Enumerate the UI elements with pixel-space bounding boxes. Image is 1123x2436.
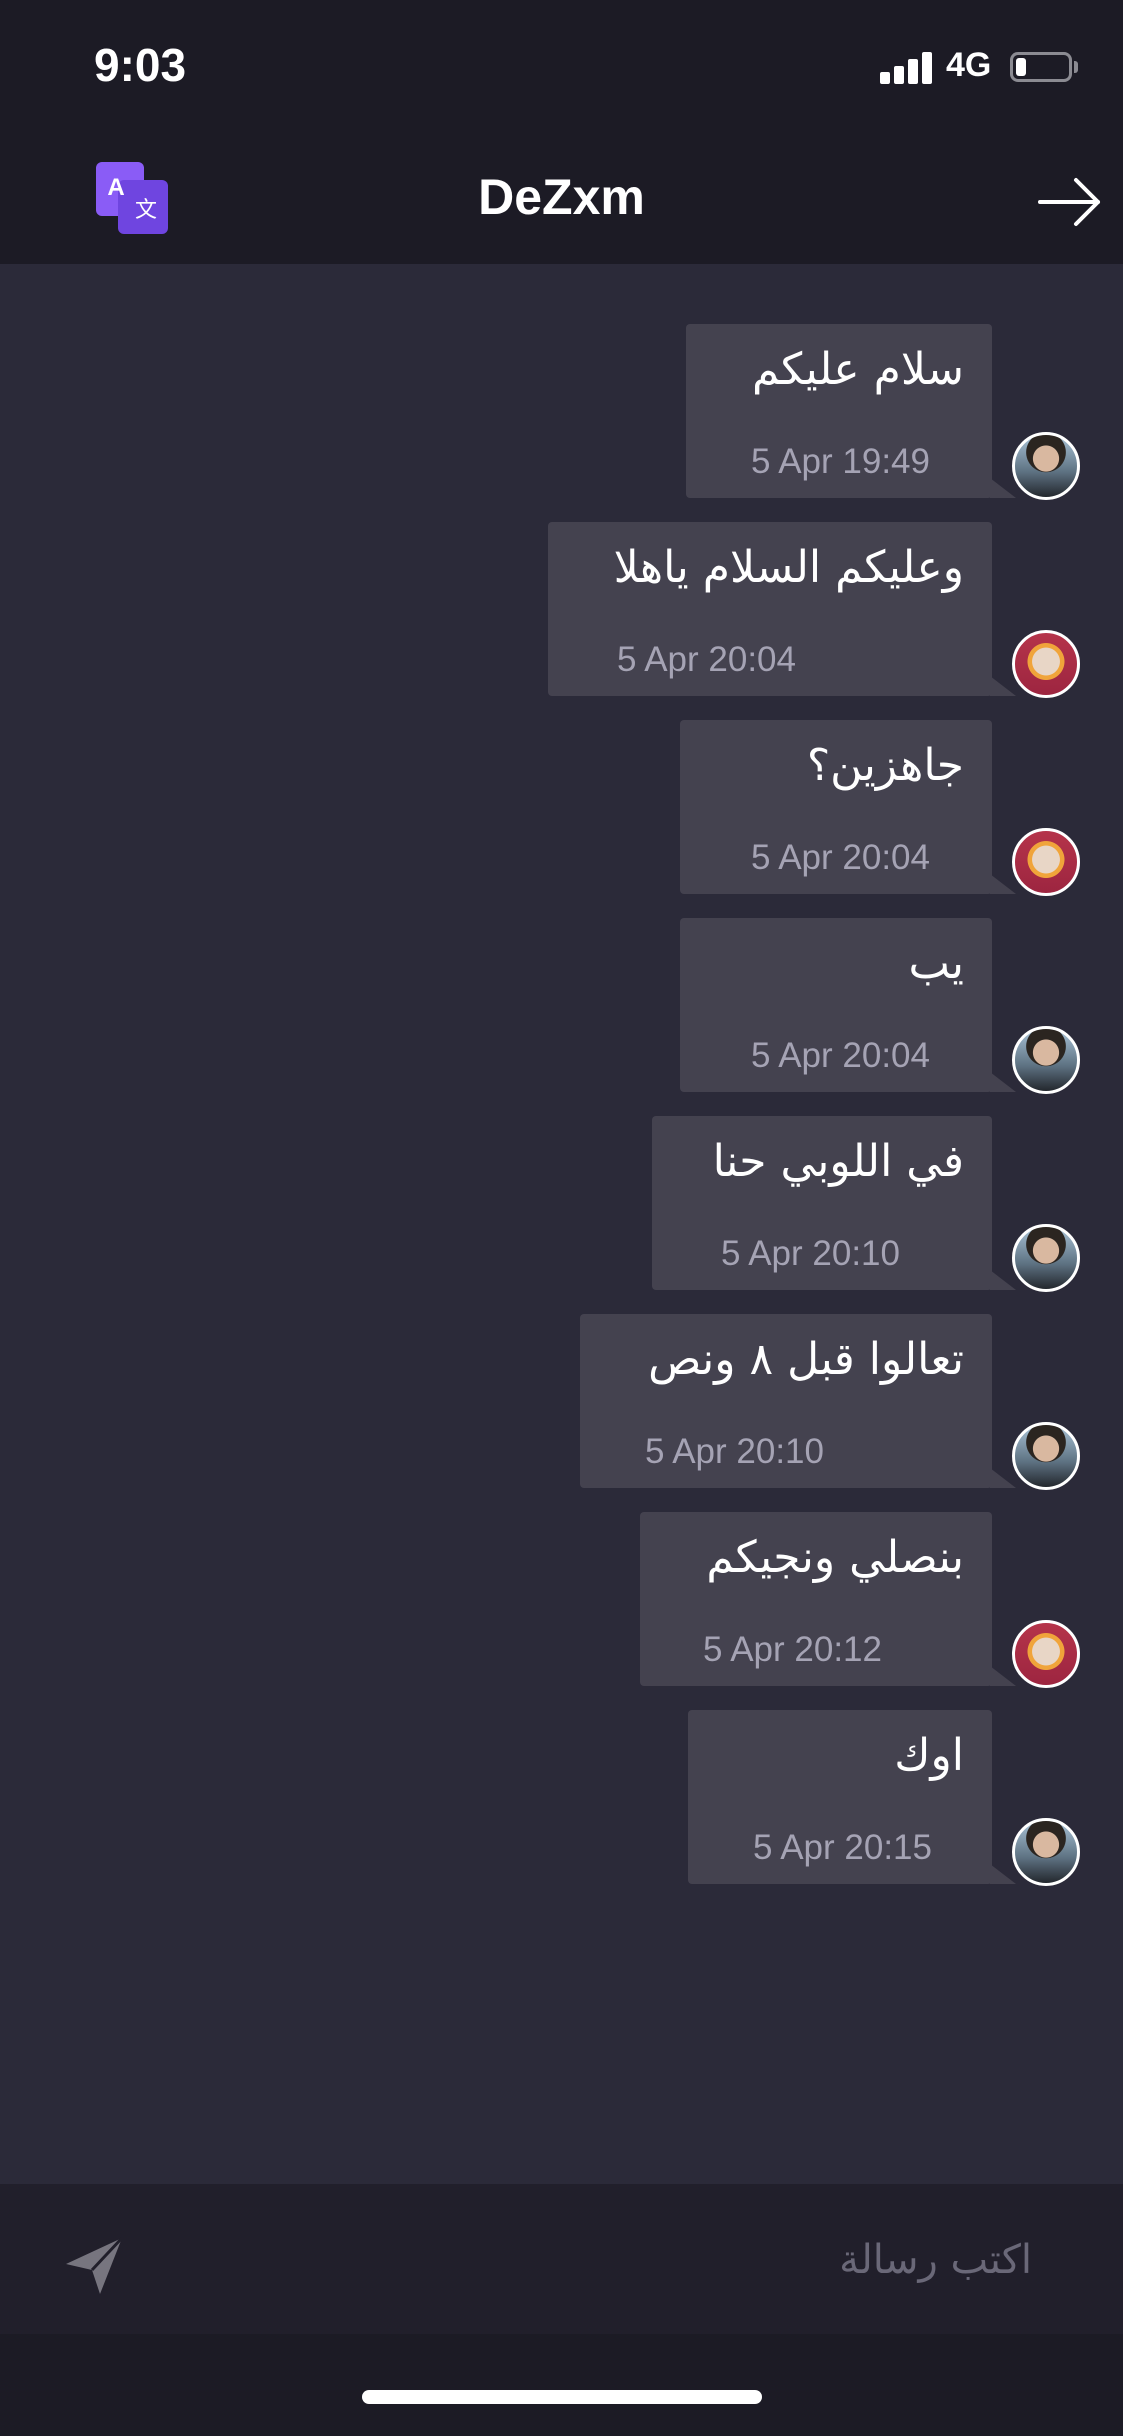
network-label: 4G <box>946 46 992 84</box>
avatar[interactable] <box>1012 432 1080 500</box>
message-time: 5 Apr 20:10 <box>720 1234 900 1273</box>
avatar[interactable] <box>1012 1422 1080 1490</box>
message-bubble[interactable]: تعالوا قبل ٨ ونص 5 Apr 20:10 <box>580 1314 1016 1488</box>
message-time: 5 Apr 20:10 <box>644 1432 824 1471</box>
message-text: اوك <box>894 1730 964 1781</box>
message-time: 5 Apr 20:04 <box>616 640 796 679</box>
message-bubble[interactable]: سلام عليكم 5 Apr 19:49 <box>686 324 1016 498</box>
message-time: 5 Apr 20:04 <box>750 838 930 877</box>
avatar[interactable] <box>1012 630 1080 698</box>
page-title: DeZxm <box>478 169 645 225</box>
signal-icon <box>880 52 934 84</box>
arrow-right-icon[interactable] <box>1036 172 1106 232</box>
home-area <box>0 2334 1123 2436</box>
message-bubble[interactable]: وعليكم السلام ياهلا 5 Apr 20:04 <box>548 522 1016 696</box>
avatar[interactable] <box>1012 1224 1080 1292</box>
battery-icon <box>1010 52 1072 82</box>
message-time: 5 Apr 19:49 <box>750 442 930 481</box>
message-time: 5 Apr 20:15 <box>752 1828 932 1867</box>
send-icon[interactable] <box>62 2234 126 2298</box>
message-text: في اللوبي حنا <box>712 1136 964 1187</box>
avatar[interactable] <box>1012 1818 1080 1886</box>
battery-level <box>1016 58 1026 76</box>
message-bubble[interactable]: جاهزين؟ 5 Apr 20:04 <box>680 720 1016 894</box>
message-bubble[interactable]: يب 5 Apr 20:04 <box>680 918 1016 1092</box>
home-indicator[interactable] <box>362 2390 762 2404</box>
message-bubble[interactable]: في اللوبي حنا 5 Apr 20:10 <box>652 1116 1016 1290</box>
message-text: تعالوا قبل ٨ ونص <box>648 1334 964 1385</box>
message-input[interactable] <box>170 2214 1034 2306</box>
message-bubble[interactable]: اوك 5 Apr 20:15 <box>688 1710 1016 1884</box>
avatar[interactable] <box>1012 1620 1080 1688</box>
battery-cap <box>1074 61 1078 73</box>
message-time: 5 Apr 20:12 <box>702 1630 882 1669</box>
message-text: جاهزين؟ <box>806 740 964 791</box>
message-text: بنصلي ونجيكم <box>706 1532 964 1583</box>
message-text: سلام عليكم <box>751 344 964 395</box>
avatar[interactable] <box>1012 1026 1080 1094</box>
status-time: 9:03 <box>94 39 187 91</box>
message-time: 5 Apr 20:04 <box>750 1036 930 1075</box>
message-text: يب <box>908 938 964 989</box>
avatar[interactable] <box>1012 828 1080 896</box>
message-bubble[interactable]: بنصلي ونجيكم 5 Apr 20:12 <box>640 1512 1016 1686</box>
message-text: وعليكم السلام ياهلا <box>613 542 964 593</box>
